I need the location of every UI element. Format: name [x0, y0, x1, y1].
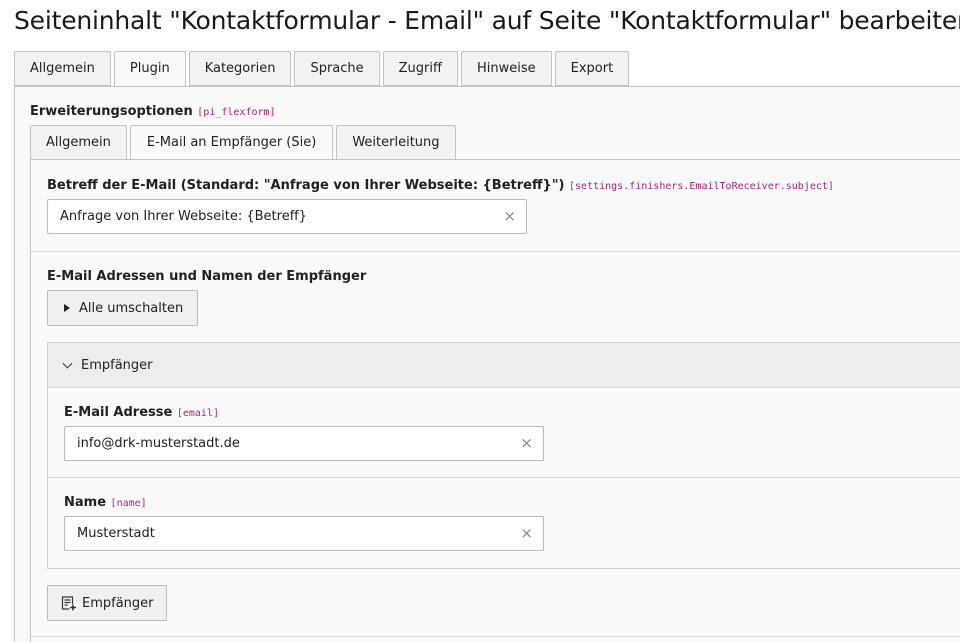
add-recipient-button[interactable]: Empfänger [47, 585, 167, 621]
email-field[interactable]: info@drk-musterstadt.de × [64, 426, 544, 461]
subject-label-text: Betreff der E-Mail (Standard: "Anfrage v… [47, 178, 565, 193]
toggle-all-button[interactable]: Alle umschalten [47, 290, 199, 326]
email-value: info@drk-musterstadt.de [77, 436, 240, 451]
triangle-right-icon [64, 304, 70, 312]
recipients-label: E-Mail Adressen und Namen der Empfänger [47, 269, 367, 284]
tab-kategorien[interactable]: Kategorien [188, 51, 292, 86]
tab-weiterleitung[interactable]: Weiterleitung [336, 125, 456, 160]
tab-sprache[interactable]: Sprache [294, 51, 380, 86]
name-label-text: Name [64, 495, 107, 510]
recipient-section-title: Empfänger [81, 357, 153, 373]
extension-options-title: Erweiterungsoptionen [30, 104, 193, 119]
page-title: Seiteninhalt "Kontaktformular - Email" a… [14, 6, 960, 35]
add-recipient-label: Empfänger [82, 595, 154, 611]
divider [31, 636, 960, 637]
tab-export[interactable]: Export [554, 51, 630, 86]
email-code: [email] [176, 408, 219, 419]
subject-input[interactable]: Anfrage von Ihrer Webseite: {Betreff} × [47, 199, 527, 234]
tab-allgemein[interactable]: Allgemein [14, 51, 111, 86]
outer-tab-bar: Allgemein Plugin Kategorien Sprache Zugr… [14, 51, 632, 87]
subject-clear-icon[interactable]: × [503, 200, 516, 233]
name-value: Musterstadt [77, 526, 155, 541]
inner-tab-bar: Allgemein E-Mail an Empfänger (Sie) Weit… [30, 125, 459, 161]
chevron-down-icon [62, 358, 73, 368]
email-label-text: E-Mail Adresse [64, 405, 173, 420]
email-label: E-Mail Adresse [email] [64, 405, 219, 420]
subject-value: Anfrage von Ihrer Webseite: {Betreff} [60, 209, 307, 224]
subject-code: [settings.finishers.EmailToReceiver.subj… [569, 181, 834, 192]
tab-inner-allgemein[interactable]: Allgemein [30, 125, 127, 160]
name-field[interactable]: Musterstadt × [64, 516, 544, 551]
tab-zugriff[interactable]: Zugriff [382, 51, 458, 86]
divider [31, 251, 960, 252]
extension-options-label: Erweiterungsoptionen [pi_flexform] [30, 104, 276, 119]
name-code: [name] [110, 498, 147, 509]
name-label: Name [name] [64, 495, 147, 510]
recipient-section-header[interactable]: Empfänger [48, 343, 960, 388]
add-record-icon [61, 595, 77, 611]
tab-plugin[interactable]: Plugin [113, 51, 186, 87]
tab-hinweise[interactable]: Hinweise [460, 51, 552, 86]
subject-label: Betreff der E-Mail (Standard: "Anfrage v… [47, 178, 834, 193]
divider [48, 477, 960, 478]
toggle-all-label: Alle umschalten [79, 300, 184, 316]
tab-email-recipient[interactable]: E-Mail an Empfänger (Sie) [129, 125, 334, 161]
email-clear-icon[interactable]: × [520, 427, 533, 460]
extension-options-code: [pi_flexform] [197, 107, 276, 118]
name-clear-icon[interactable]: × [520, 517, 533, 550]
